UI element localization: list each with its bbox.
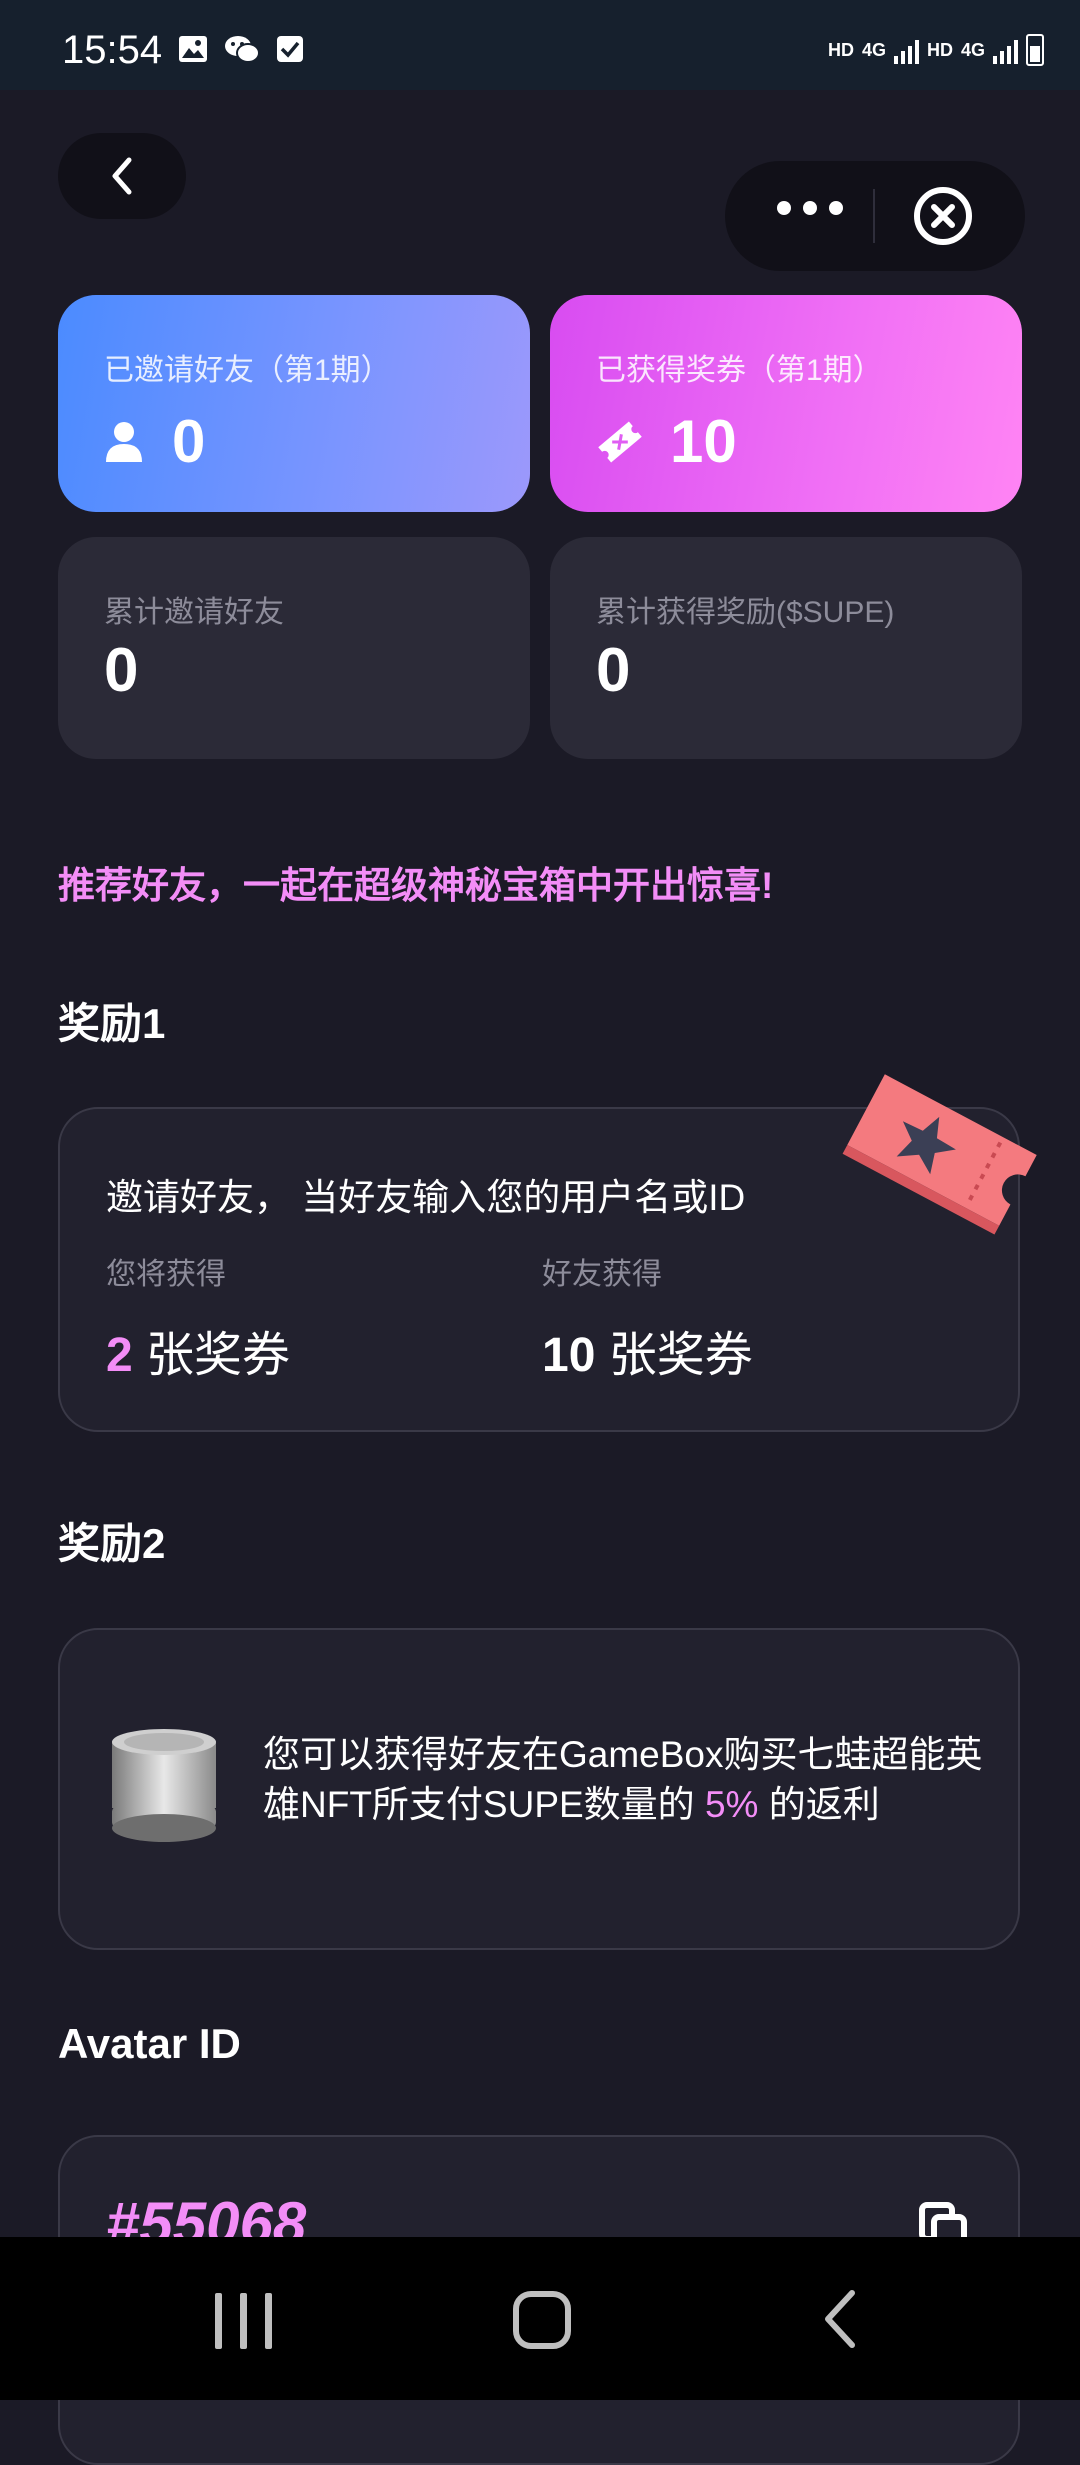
image-icon — [179, 36, 207, 62]
reward1-description: 邀请好友， 当好友输入您的用户名或ID — [106, 1177, 746, 1218]
tickets-earned-card: 已获得奖券（第1期） 10 — [550, 295, 1022, 512]
total-reward-value: 0 — [596, 636, 631, 705]
invited-friends-value: 0 — [172, 408, 206, 475]
total-invited-card: 累计邀请好友 0 — [58, 537, 530, 759]
more-dots-icon[interactable] — [777, 201, 843, 215]
wechat-icon — [225, 36, 260, 63]
system-back-icon[interactable] — [820, 2289, 860, 2349]
reward1-title: 奖励1 — [58, 1000, 166, 1047]
ticket-icon — [598, 420, 642, 463]
invited-friends-card: 已邀请好友（第1期） 0 — [58, 295, 530, 512]
recent-apps-button[interactable] — [215, 2293, 272, 2349]
capsule-divider — [873, 189, 875, 243]
you-get-label: 您将获得 — [106, 1258, 226, 1291]
reward2-title: 奖励2 — [58, 1520, 166, 1567]
tickets-earned-label: 已获得奖券（第1期） — [596, 354, 883, 387]
system-navigation-bar — [0, 2237, 1080, 2400]
friend-get-unit: 张奖券 — [608, 1329, 753, 1382]
home-button[interactable] — [513, 2291, 571, 2349]
mini-program-capsule — [725, 161, 1025, 271]
status-time: 15:54 — [62, 28, 163, 72]
invited-friends-label: 已邀请好友（第1期） — [104, 354, 391, 387]
close-circle-icon[interactable] — [913, 186, 973, 246]
friend-get-label: 好友获得 — [542, 1258, 662, 1291]
checkbox-icon — [277, 36, 303, 62]
user-icon — [106, 421, 142, 462]
network-4g-indicator: 4G — [861, 39, 886, 60]
reward1-you-get: 您将获得 2 张奖券 — [106, 1249, 290, 1385]
coin-stack-icon — [112, 1729, 216, 1842]
signal-icon-2 — [993, 36, 1018, 64]
total-invited-label: 累计邀请好友 — [104, 596, 284, 629]
status-left-icons — [178, 34, 304, 64]
promo-text: 推荐好友，一起在超级神秘宝箱中开出惊喜! — [58, 865, 774, 906]
status-bar: 15:54 HD 4G HD 4G — [0, 0, 1080, 90]
reward1-friend-get: 好友获得 10 张奖券 — [542, 1249, 753, 1385]
chevron-left-icon — [112, 157, 132, 195]
you-get-count: 2 — [106, 1329, 133, 1382]
star-ticket-illustration-icon — [842, 1074, 1037, 1235]
battery-icon — [1026, 34, 1044, 66]
status-right-icons: HD 4G HD 4G — [828, 34, 1044, 66]
hd-indicator: HD — [827, 39, 854, 60]
tickets-earned-value: 10 — [670, 408, 737, 475]
reward2-text-after: 的返利 — [758, 1783, 880, 1825]
you-get-unit: 张奖券 — [146, 1329, 291, 1382]
reward2-card: 您可以获得好友在GameBox购买七蛙超能英雄NFT所支付SUPE数量的 5% … — [58, 1628, 1020, 1950]
signal-icon — [893, 36, 919, 64]
network-4g-indicator-2: 4G — [960, 39, 985, 60]
avatar-id-title: Avatar ID — [58, 2020, 241, 2067]
total-reward-label: 累计获得奖励($SUPE) — [596, 596, 895, 629]
total-reward-card: 累计获得奖励($SUPE) 0 — [550, 537, 1022, 759]
hd-indicator-2: HD — [926, 39, 953, 60]
back-button[interactable] — [58, 133, 186, 219]
total-invited-value: 0 — [104, 636, 139, 705]
friend-get-count: 10 — [542, 1329, 596, 1382]
rebate-percent: 5% — [704, 1783, 759, 1825]
reward2-description: 您可以获得好友在GameBox购买七蛙超能英雄NFT所支付SUPE数量的 5% … — [263, 1730, 983, 1830]
